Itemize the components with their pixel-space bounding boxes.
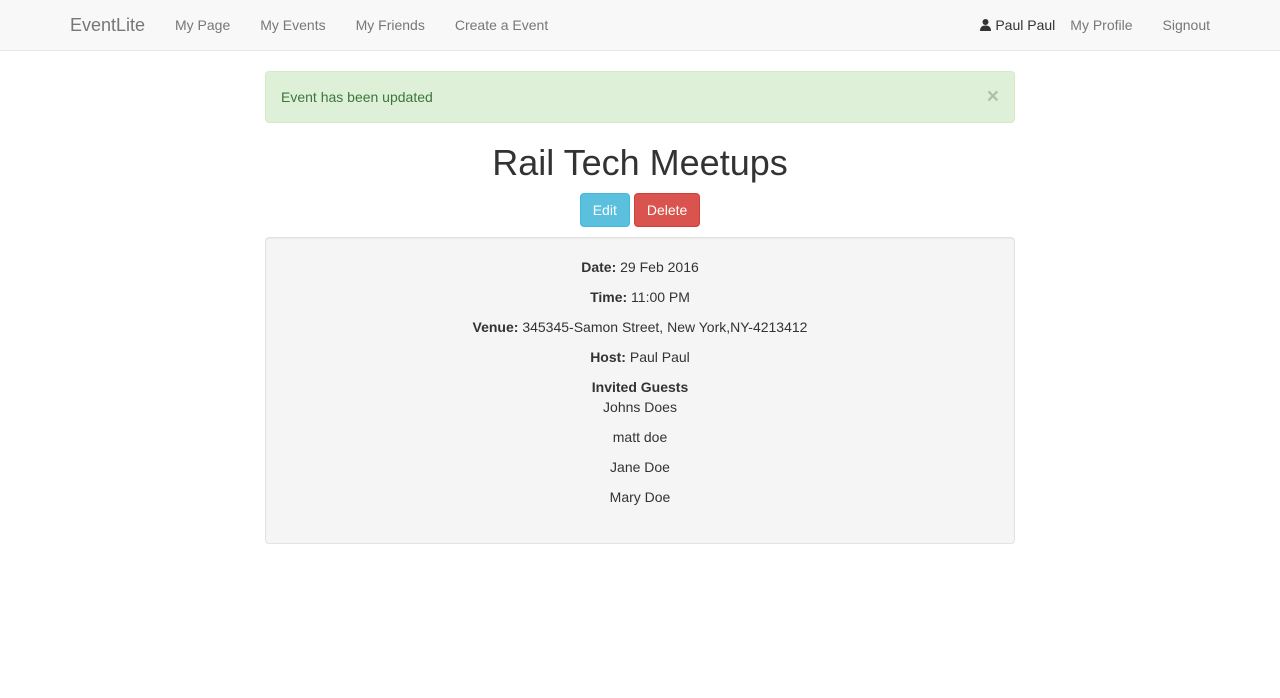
- nav-right: Paul Paul My Profile Signout: [980, 0, 1210, 50]
- brand-link[interactable]: EventLite: [70, 15, 145, 35]
- event-time: Time: 11:00 PM: [285, 287, 995, 307]
- event-venue: Venue: 345345-Samon Street, New York,NY-…: [285, 317, 995, 337]
- event-date: Date: 29 Feb 2016: [285, 257, 995, 277]
- time-label: Time:: [590, 289, 628, 305]
- delete-button[interactable]: Delete: [633, 193, 701, 227]
- nav-my-friends[interactable]: My Friends: [356, 15, 425, 35]
- nav-signout[interactable]: Signout: [1163, 15, 1210, 35]
- alert-message: Event has been updated: [281, 89, 433, 105]
- nav-my-profile[interactable]: My Profile: [1070, 15, 1132, 35]
- date-value: 29 Feb 2016: [620, 259, 699, 275]
- alert-close-button[interactable]: ×: [987, 86, 999, 107]
- guest-item: Johns Does: [603, 399, 677, 415]
- event-details: Date: 29 Feb 2016 Time: 11:00 PM Venue: …: [265, 237, 1015, 544]
- date-label: Date:: [581, 259, 617, 275]
- guest-item: Jane Doe: [610, 459, 670, 475]
- guest-item: Mary Doe: [609, 489, 671, 505]
- user-icon: [980, 19, 992, 31]
- nav-my-page[interactable]: My Page: [175, 15, 230, 35]
- venue-label: Venue:: [472, 319, 519, 335]
- nav-create-event[interactable]: Create a Event: [455, 15, 548, 35]
- event-actions: Edit Delete: [265, 193, 1015, 227]
- event-title: Rail Tech Meetups: [492, 142, 788, 183]
- time-value: 11:00 PM: [631, 289, 690, 305]
- user-name: Paul Paul: [995, 17, 1056, 33]
- edit-button[interactable]: Edit: [579, 193, 630, 227]
- host-value: Paul Paul: [629, 349, 690, 365]
- success-alert: Event has been updated ×: [265, 71, 1015, 123]
- nav-my-events[interactable]: My Events: [260, 15, 325, 35]
- guest-item: matt doe: [612, 429, 668, 445]
- navbar: EventLite My Page My Events My Friends C…: [0, 0, 1280, 51]
- nav-user: Paul Paul: [980, 17, 1055, 33]
- host-label: Host:: [590, 349, 626, 365]
- nav-left: My Page My Events My Friends Create a Ev…: [175, 0, 578, 50]
- main-container: Event has been updated × Rail Tech Meetu…: [265, 71, 1015, 544]
- guests-heading: Invited Guests: [591, 379, 689, 395]
- event-host: Host: Paul Paul: [285, 347, 995, 367]
- venue-value: 345345-Samon Street, New York,NY-4213412: [522, 319, 808, 335]
